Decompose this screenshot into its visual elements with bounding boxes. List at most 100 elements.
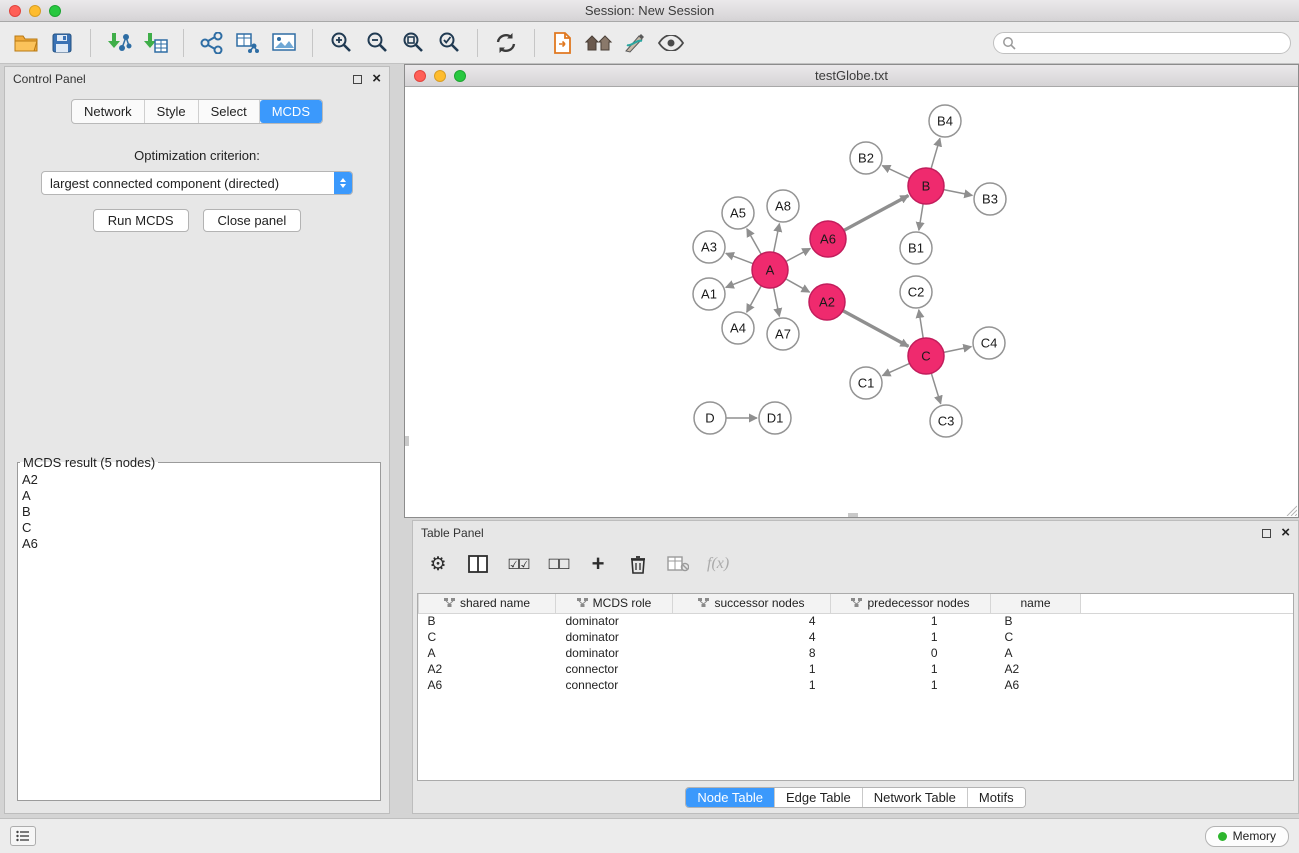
graph-edge-A-A3[interactable] — [726, 253, 753, 263]
run-mcds-button[interactable]: Run MCDS — [93, 209, 189, 232]
graph-node-D[interactable]: D — [694, 402, 726, 434]
select-all-button[interactable]: ☑☑ — [507, 551, 529, 577]
graph-edge-B-B2[interactable] — [882, 166, 909, 179]
graph-edge-C-C1[interactable] — [882, 363, 909, 375]
resize-nub-left[interactable] — [405, 436, 409, 446]
column-header-mcds-role[interactable]: MCDS role — [556, 594, 673, 613]
graph-node-C1[interactable]: C1 — [850, 367, 882, 399]
graph-node-D1[interactable]: D1 — [759, 402, 791, 434]
zoom-in-button[interactable] — [323, 26, 359, 60]
float-panel-icon[interactable] — [353, 75, 362, 84]
apply-style-button[interactable] — [617, 26, 653, 60]
graph-edge-C-C3[interactable] — [931, 373, 940, 404]
network-graph[interactable]: B4B2BB3A5A8A6B1A3AC2A1A2A4A7C4CC1C3DD1 — [405, 87, 1298, 517]
tab-network-table[interactable]: Network Table — [863, 788, 968, 807]
graph-node-A8[interactable]: A8 — [767, 190, 799, 222]
resize-nub-bottom[interactable] — [848, 513, 858, 517]
graph-edge-A-A5[interactable] — [747, 229, 761, 255]
tab-mcds[interactable]: MCDS — [260, 100, 322, 123]
toolbar-search[interactable] — [993, 32, 1291, 54]
graph-edge-A-A2[interactable] — [786, 279, 810, 292]
float-table-panel-icon[interactable] — [1262, 529, 1271, 538]
graph-node-A5[interactable]: A5 — [722, 197, 754, 229]
table-row[interactable]: A2connector11A2 — [419, 661, 1294, 677]
column-header-name[interactable]: name — [991, 594, 1081, 613]
export-image-button[interactable] — [266, 26, 302, 60]
graph-edge-A-A6[interactable] — [786, 248, 810, 261]
zoom-selected-button[interactable] — [431, 26, 467, 60]
resize-grip-icon[interactable] — [1285, 504, 1297, 516]
node-table-container[interactable]: shared name MCDS role successor nodes pr… — [417, 593, 1294, 781]
task-history-button[interactable] — [10, 826, 36, 846]
graph-node-A[interactable]: A — [752, 252, 788, 288]
close-table-panel-icon[interactable]: × — [1281, 528, 1290, 538]
home-pair-button[interactable] — [581, 26, 617, 60]
network-window-titlebar[interactable]: testGlobe.txt — [405, 65, 1298, 87]
close-panel-button[interactable]: Close panel — [203, 209, 302, 232]
save-session-button[interactable] — [44, 26, 80, 60]
network-table-button[interactable] — [230, 26, 266, 60]
table-settings-button[interactable]: ⚙ — [427, 551, 449, 577]
graph-node-B4[interactable]: B4 — [929, 105, 961, 137]
graph-edge-A2-C[interactable] — [843, 311, 909, 347]
refresh-layout-button[interactable] — [488, 26, 524, 60]
graph-edge-A6-B[interactable] — [844, 196, 909, 231]
mcds-result-item[interactable]: A6 — [22, 536, 376, 552]
graph-edge-B-B4[interactable] — [931, 138, 940, 168]
mcds-result-item[interactable]: A — [22, 488, 376, 504]
column-header-shared-name[interactable]: shared name — [419, 594, 556, 613]
zoom-out-button[interactable] — [359, 26, 395, 60]
table-row[interactable]: Adominator80A — [419, 645, 1294, 661]
criterion-dropdown[interactable]: largest connected component (directed) — [41, 171, 353, 195]
graph-edge-B-B3[interactable] — [944, 190, 973, 196]
graph-node-B3[interactable]: B3 — [974, 183, 1006, 215]
open-session-button[interactable] — [8, 26, 44, 60]
network-canvas[interactable]: B4B2BB3A5A8A6B1A3AC2A1A2A4A7C4CC1C3DD1 — [405, 87, 1298, 517]
show-columns-button[interactable] — [467, 551, 489, 577]
graph-edge-A-A1[interactable] — [726, 277, 753, 288]
zoom-fit-button[interactable] — [395, 26, 431, 60]
graph-node-C[interactable]: C — [908, 338, 944, 374]
add-row-button[interactable]: + — [587, 551, 609, 577]
show-hide-button[interactable] — [653, 26, 689, 60]
graph-node-A2[interactable]: A2 — [809, 284, 845, 320]
tab-motifs[interactable]: Motifs — [968, 788, 1025, 807]
graph-edge-A-A7[interactable] — [774, 288, 780, 317]
graph-edge-C-C2[interactable] — [919, 310, 923, 338]
graph-node-B2[interactable]: B2 — [850, 142, 882, 174]
mcds-result-item[interactable]: B — [22, 504, 376, 520]
graph-node-C3[interactable]: C3 — [930, 405, 962, 437]
table-row[interactable]: Bdominator41B — [419, 613, 1294, 629]
graph-node-A7[interactable]: A7 — [767, 318, 799, 350]
graph-edge-A-A4[interactable] — [747, 286, 762, 312]
function-builder-button[interactable]: f(x) — [707, 551, 729, 577]
tab-edge-table[interactable]: Edge Table — [775, 788, 863, 807]
delete-row-button[interactable] — [627, 551, 649, 577]
graph-edge-C-C4[interactable] — [944, 347, 972, 353]
close-panel-icon[interactable]: × — [372, 74, 381, 84]
tab-node-table[interactable]: Node Table — [686, 788, 775, 807]
mcds-result-item[interactable]: A2 — [22, 472, 376, 488]
deselect-all-button[interactable]: ☐☐ — [547, 551, 569, 577]
delete-table-button[interactable] — [667, 551, 689, 577]
graph-node-C2[interactable]: C2 — [900, 276, 932, 308]
snapshot-document-button[interactable] — [545, 26, 581, 60]
network-share-button[interactable] — [194, 26, 230, 60]
memory-button[interactable]: Memory — [1205, 826, 1289, 847]
graph-node-B1[interactable]: B1 — [900, 232, 932, 264]
table-row[interactable]: Cdominator41C — [419, 629, 1294, 645]
tab-network[interactable]: Network — [72, 100, 145, 123]
table-row[interactable]: A6connector11A6 — [419, 677, 1294, 693]
graph-node-A1[interactable]: A1 — [693, 278, 725, 310]
import-network-button[interactable] — [101, 26, 137, 60]
column-header-predecessor-nodes[interactable]: predecessor nodes — [831, 594, 991, 613]
mcds-result-item[interactable]: C — [22, 520, 376, 536]
tab-style[interactable]: Style — [145, 100, 199, 123]
graph-node-C4[interactable]: C4 — [973, 327, 1005, 359]
import-table-button[interactable] — [137, 26, 173, 60]
graph-edge-A-A8[interactable] — [774, 224, 780, 253]
graph-node-A6[interactable]: A6 — [810, 221, 846, 257]
tab-select[interactable]: Select — [199, 100, 260, 123]
graph-node-A3[interactable]: A3 — [693, 231, 725, 263]
graph-node-A4[interactable]: A4 — [722, 312, 754, 344]
